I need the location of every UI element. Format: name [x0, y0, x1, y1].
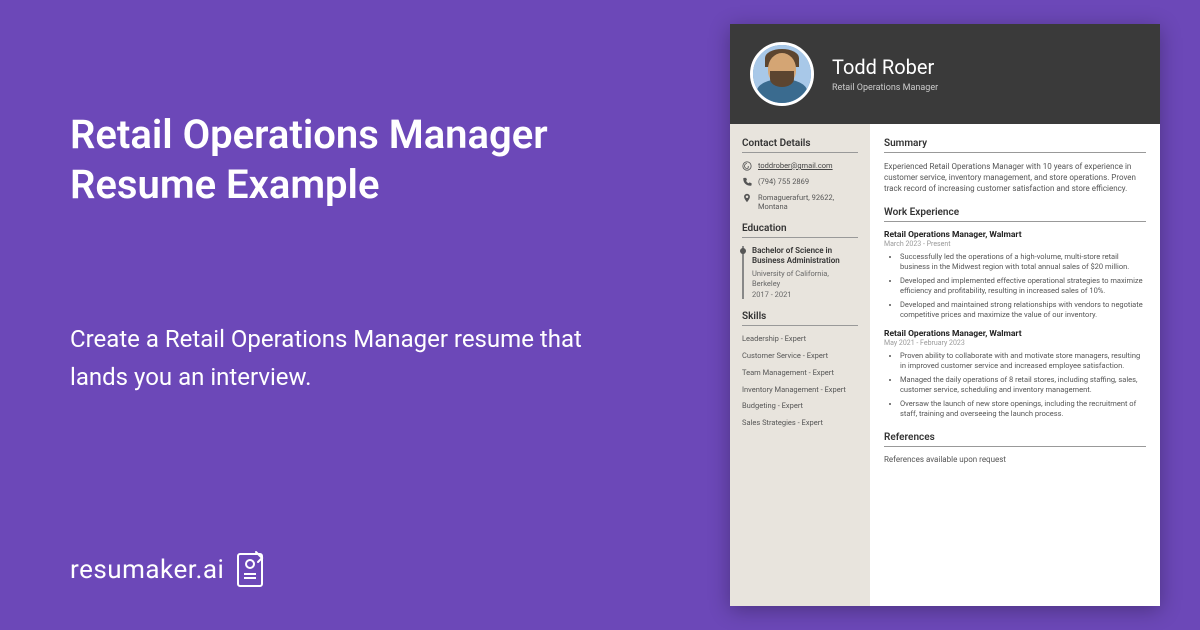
contact-phone: (794) 755 2869 — [758, 177, 809, 186]
page-subtitle: Create a Retail Operations Manager resum… — [70, 320, 630, 397]
contact-phone-row: (794) 755 2869 — [742, 177, 858, 187]
skill-item: Inventory Management - Expert — [742, 385, 858, 395]
education-entry: Bachelor of Science in Business Administ… — [742, 246, 858, 299]
resume-main: Summary Experienced Retail Operations Ma… — [870, 124, 1160, 606]
skill-item: Team Management - Expert — [742, 368, 858, 378]
resume-header: Todd Rober Retail Operations Manager — [730, 24, 1160, 124]
job-bullet: Managed the daily operations of 8 retail… — [900, 375, 1146, 396]
job-bullets: Proven ability to collaborate with and m… — [884, 351, 1146, 420]
education-school: University of California, Berkeley — [752, 269, 858, 289]
contact-address-row: Romaguerafurt, 92622, Montana — [742, 193, 858, 211]
candidate-role: Retail Operations Manager — [832, 83, 938, 93]
skill-item: Sales Strategies - Expert — [742, 418, 858, 428]
avatar — [750, 42, 814, 106]
contact-address: Romaguerafurt, 92622, Montana — [758, 193, 858, 211]
job-dates: May 2021 - February 2023 — [884, 339, 1146, 347]
job-bullet: Proven ability to collaborate with and m… — [900, 351, 1146, 372]
document-icon — [234, 550, 266, 590]
skill-item: Budgeting - Expert — [742, 401, 858, 411]
job-dates: March 2023 - Present — [884, 240, 1146, 248]
brand-logo: resumaker.ai — [70, 550, 266, 590]
job-bullet: Successfully led the operations of a hig… — [900, 252, 1146, 273]
resume-preview: Todd Rober Retail Operations Manager Con… — [730, 24, 1160, 606]
job-title: Retail Operations Manager, Walmart — [884, 329, 1146, 339]
email-icon — [742, 161, 752, 171]
job-entry: Retail Operations Manager, Walmart May 2… — [884, 329, 1146, 420]
phone-icon — [742, 177, 752, 187]
brand-name: resumaker.ai — [70, 555, 224, 585]
job-bullets: Successfully led the operations of a hig… — [884, 252, 1146, 321]
skill-item: Leadership - Expert — [742, 334, 858, 344]
education-heading: Education — [742, 223, 858, 238]
hero-panel: Retail Operations Manager Resume Example… — [70, 110, 630, 397]
skill-item: Customer Service - Expert — [742, 351, 858, 361]
education-dates: 2017 - 2021 — [752, 290, 858, 299]
resume-body: Contact Details toddrober@gmail.com (794… — [730, 124, 1160, 606]
skills-heading: Skills — [742, 311, 858, 326]
summary-text: Experienced Retail Operations Manager wi… — [884, 161, 1146, 195]
job-bullet: Developed and maintained strong relation… — [900, 300, 1146, 321]
location-icon — [742, 193, 752, 203]
summary-heading: Summary — [884, 138, 1146, 153]
references-text: References available upon request — [884, 455, 1146, 464]
job-bullet: Oversaw the launch of new store openings… — [900, 399, 1146, 420]
contact-email-row: toddrober@gmail.com — [742, 161, 858, 171]
resume-sidebar: Contact Details toddrober@gmail.com (794… — [730, 124, 870, 606]
education-degree: Bachelor of Science in Business Administ… — [752, 246, 858, 267]
contact-heading: Contact Details — [742, 138, 858, 153]
job-bullet: Developed and implemented effective oper… — [900, 276, 1146, 297]
job-title: Retail Operations Manager, Walmart — [884, 230, 1146, 240]
contact-email: toddrober@gmail.com — [758, 161, 833, 170]
references-heading: References — [884, 432, 1146, 447]
experience-heading: Work Experience — [884, 207, 1146, 222]
job-entry: Retail Operations Manager, Walmart March… — [884, 230, 1146, 321]
page-title: Retail Operations Manager Resume Example — [70, 110, 630, 210]
candidate-name: Todd Rober — [832, 55, 938, 79]
